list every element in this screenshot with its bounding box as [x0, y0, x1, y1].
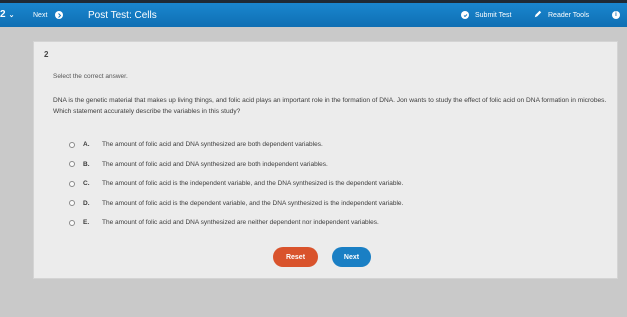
check-circle-icon — [461, 11, 469, 19]
radio-button[interactable] — [69, 180, 75, 187]
choice-letter: A. — [83, 141, 90, 149]
radio-button[interactable] — [69, 141, 75, 148]
chevron-down-icon: ⌄ — [8, 11, 15, 19]
radio-button[interactable] — [69, 161, 75, 168]
instructions-text: Select the correct answer. — [53, 73, 128, 80]
page-title: Post Test: Cells — [88, 10, 157, 21]
reader-tools-label: Reader Tools — [548, 11, 590, 19]
choice-letter: B. — [83, 160, 90, 168]
choice-text: The amount of folic acid is the dependen… — [102, 199, 404, 207]
reader-tools-button[interactable]: Reader Tools — [534, 10, 589, 20]
choice-text: The amount of folic acid and DNA synthes… — [102, 219, 379, 227]
radio-button[interactable] — [69, 200, 75, 207]
info-icon[interactable]: i — [612, 11, 620, 19]
question-number: 2 — [44, 50, 49, 59]
header-next-button[interactable]: Next — [33, 11, 64, 19]
submit-test-button[interactable]: Submit Test — [461, 11, 511, 19]
choice-text: The amount of folic acid is the independ… — [102, 180, 404, 188]
choice-a[interactable]: A. The amount of folic acid and DNA synt… — [69, 135, 589, 155]
question-indicator-dropdown[interactable]: 2 ⌄ — [0, 9, 14, 20]
choice-letter: C. — [83, 180, 90, 188]
answer-choices: A. The amount of folic acid and DNA synt… — [69, 135, 589, 233]
action-buttons: Reset Next — [273, 247, 371, 267]
choice-c[interactable]: C. The amount of folic acid is the indep… — [69, 174, 589, 194]
choice-text: The amount of folic acid and DNA synthes… — [102, 160, 328, 168]
header-next-label: Next — [33, 11, 48, 19]
choice-letter: D. — [83, 199, 90, 207]
arrow-right-icon — [55, 11, 64, 19]
choice-d[interactable]: D. The amount of folic acid is the depen… — [69, 194, 589, 214]
pencil-icon — [534, 10, 542, 20]
choice-b[interactable]: B. The amount of folic acid and DNA synt… — [69, 155, 589, 175]
reset-button[interactable]: Reset — [273, 247, 318, 267]
radio-button[interactable] — [69, 219, 75, 226]
question-stem: DNA is the genetic material that makes u… — [53, 97, 607, 115]
question-indicator-number: 2 — [0, 9, 6, 20]
choice-text: The amount of folic acid and DNA synthes… — [102, 141, 323, 149]
choice-e[interactable]: E. The amount of folic acid and DNA synt… — [69, 213, 589, 233]
question-panel: 2 Select the correct answer. DNA is the … — [33, 41, 618, 279]
next-button[interactable]: Next — [332, 247, 371, 267]
submit-test-label: Submit Test — [475, 11, 512, 19]
test-header: 2 ⌄ Next Post Test: Cells Submit Test Re… — [0, 3, 627, 27]
choice-letter: E. — [83, 219, 90, 227]
